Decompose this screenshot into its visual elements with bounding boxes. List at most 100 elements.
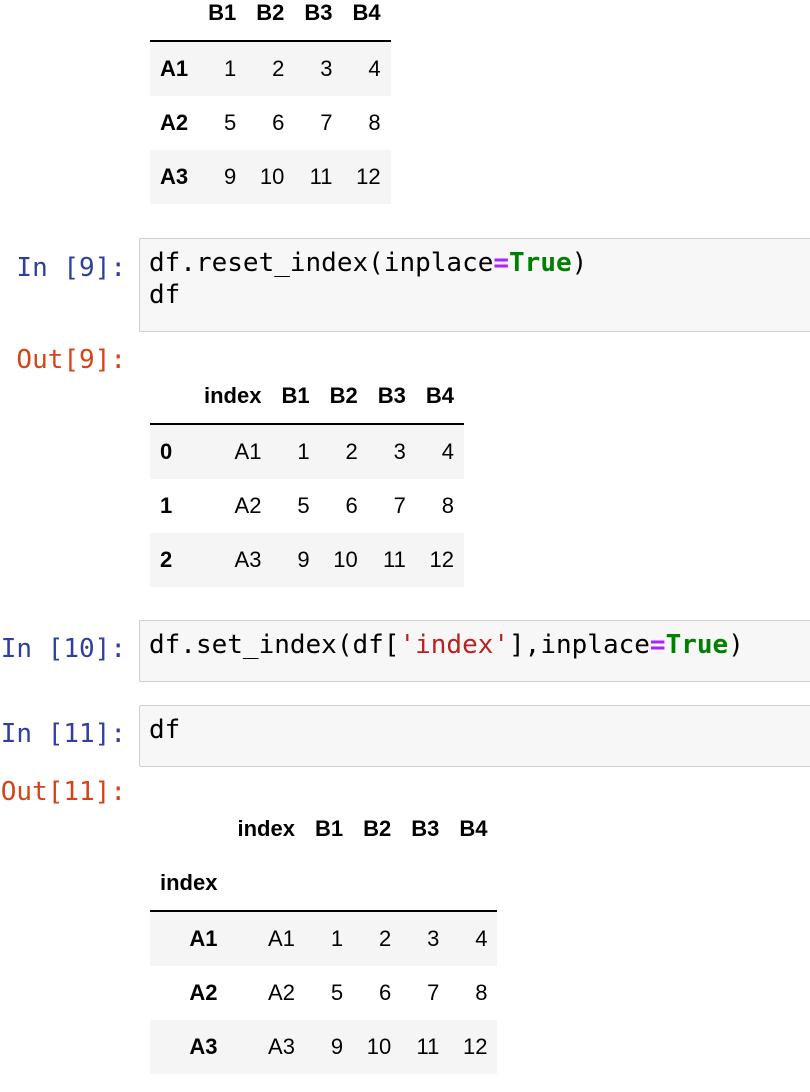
table-row: A3 9 10 11 12	[150, 150, 391, 204]
table-cell: A1	[234, 439, 262, 464]
table-cell: 3	[320, 56, 333, 81]
table-cell: 9	[330, 1034, 344, 1059]
table-cell: 11	[309, 164, 333, 189]
row-index: 1	[160, 493, 173, 518]
row-index: A2	[160, 110, 189, 135]
table-cell: 4	[441, 439, 454, 464]
code-string: 'index'	[399, 630, 510, 660]
table-row: A1 A1 1 2 3 4	[150, 911, 498, 966]
code-text: df	[149, 715, 181, 745]
table-cell: A3	[234, 547, 262, 572]
code-cell-9[interactable]: df.reset_index(inplace=True) df	[139, 238, 810, 332]
empty-header	[304, 856, 354, 912]
code-cell-11[interactable]: df	[139, 705, 810, 767]
table-cell: 7	[320, 110, 333, 135]
table-cell: 4	[368, 56, 381, 81]
table-cell: 6	[345, 493, 358, 518]
table-cell: 2	[378, 926, 392, 951]
table-cell: 1	[330, 926, 344, 951]
dataframe-output-9: index B1 B2 B3 B4 0 A1 1 2 3 4 1 A2 5 6 …	[150, 369, 464, 587]
row-index: A3	[189, 1034, 218, 1059]
row-index: A1	[160, 56, 189, 81]
table-cell: A2	[234, 493, 262, 518]
output-prompt-9: Out[9]:	[16, 345, 126, 375]
row-index: A1	[189, 926, 218, 951]
table-cell: 10	[259, 164, 285, 189]
code-text: )	[571, 248, 588, 278]
table-cell: 12	[429, 547, 454, 572]
table-header-row: index B1 B2 B3 B4	[150, 802, 497, 856]
row-index: A2	[189, 980, 218, 1005]
output-prompt-11: Out[11]:	[0, 777, 126, 807]
input-prompt-10: In [10]:	[0, 634, 126, 664]
code-cell-10[interactable]: df.set_index(df['index'],inplace=True)	[139, 620, 810, 682]
table-cell: 5	[224, 110, 237, 135]
table-cell: 1	[297, 439, 310, 464]
table-cell: 9	[297, 547, 310, 572]
table-cell: A1	[268, 926, 295, 951]
empty-header	[227, 856, 305, 912]
table-cell: 8	[368, 110, 381, 135]
table-cell: 8	[441, 493, 454, 518]
code-text: )	[728, 630, 744, 660]
table-cell: 6	[378, 980, 392, 1005]
table-cell: A2	[268, 980, 295, 1005]
table-cell: 4	[475, 926, 488, 951]
row-index: 0	[160, 439, 173, 464]
column-header: B4	[459, 816, 488, 841]
table-cell: 10	[333, 547, 358, 572]
table-row: A1 1 2 3 4	[150, 41, 391, 96]
table-cell: 9	[224, 164, 237, 189]
code-text: df	[149, 280, 181, 310]
column-header: B3	[294, 0, 343, 42]
column-header: B2	[319, 369, 368, 425]
column-header: B4	[415, 369, 464, 425]
code-keyword: True	[509, 248, 572, 278]
table-cell: 7	[393, 493, 406, 518]
dataframe-output-11: index B1 B2 B3 B4 index A1 A1 1 2 3 4 A2…	[150, 802, 498, 1074]
index-header	[150, 0, 199, 42]
table-row: 0 A1 1 2 3 4	[150, 424, 464, 479]
index-header	[150, 802, 227, 856]
table-cell: 8	[475, 980, 488, 1005]
table-cell: 10	[366, 1034, 392, 1059]
code-keyword: True	[665, 630, 729, 660]
row-index: A3	[160, 164, 189, 189]
column-header: B4	[342, 0, 391, 42]
column-header: index	[194, 369, 272, 425]
index-header	[150, 369, 194, 425]
code-operator: =	[493, 248, 510, 278]
empty-header	[449, 856, 498, 912]
table-cell: 5	[297, 493, 310, 518]
dataframe-output-top: B1 B2 B3 B4 A1 1 2 3 4 A2 5 6 7 8 A3 9 1…	[150, 0, 391, 204]
table-cell: 2	[345, 439, 358, 464]
column-header: B1	[198, 0, 247, 42]
column-header: B1	[314, 816, 344, 841]
table-row: 1 A2 5 6 7 8	[150, 479, 464, 533]
code-operator: =	[649, 630, 666, 660]
table-cell: 12	[462, 1034, 488, 1059]
table-cell: 5	[330, 980, 344, 1005]
table-cell: A3	[268, 1034, 295, 1059]
column-header: B3	[411, 816, 440, 841]
empty-header	[401, 856, 450, 912]
code-text: df.reset_index(inplace	[149, 248, 494, 278]
table-cell: 11	[416, 1034, 440, 1059]
table-row: A3 A3 9 10 11 12	[150, 1020, 498, 1074]
column-header: B3	[367, 369, 416, 425]
table-cell: 11	[383, 547, 406, 572]
column-header: index	[237, 816, 295, 841]
empty-header	[353, 856, 402, 912]
table-header-row: index B1 B2 B3 B4	[150, 369, 464, 425]
index-name-label: index	[150, 856, 228, 912]
column-header: B1	[271, 369, 320, 425]
table-cell: 7	[427, 980, 440, 1005]
table-cell: 1	[224, 56, 237, 81]
table-row: 2 A3 9 10 11 12	[150, 533, 464, 587]
table-row: A2 A2 5 6 7 8	[150, 966, 497, 1020]
table-row: A2 5 6 7 8	[150, 96, 391, 150]
table-cell: 6	[272, 110, 285, 135]
code-text: df.set_index(df[	[149, 630, 400, 660]
input-prompt-9: In [9]:	[16, 253, 126, 283]
column-header: B2	[246, 0, 295, 42]
